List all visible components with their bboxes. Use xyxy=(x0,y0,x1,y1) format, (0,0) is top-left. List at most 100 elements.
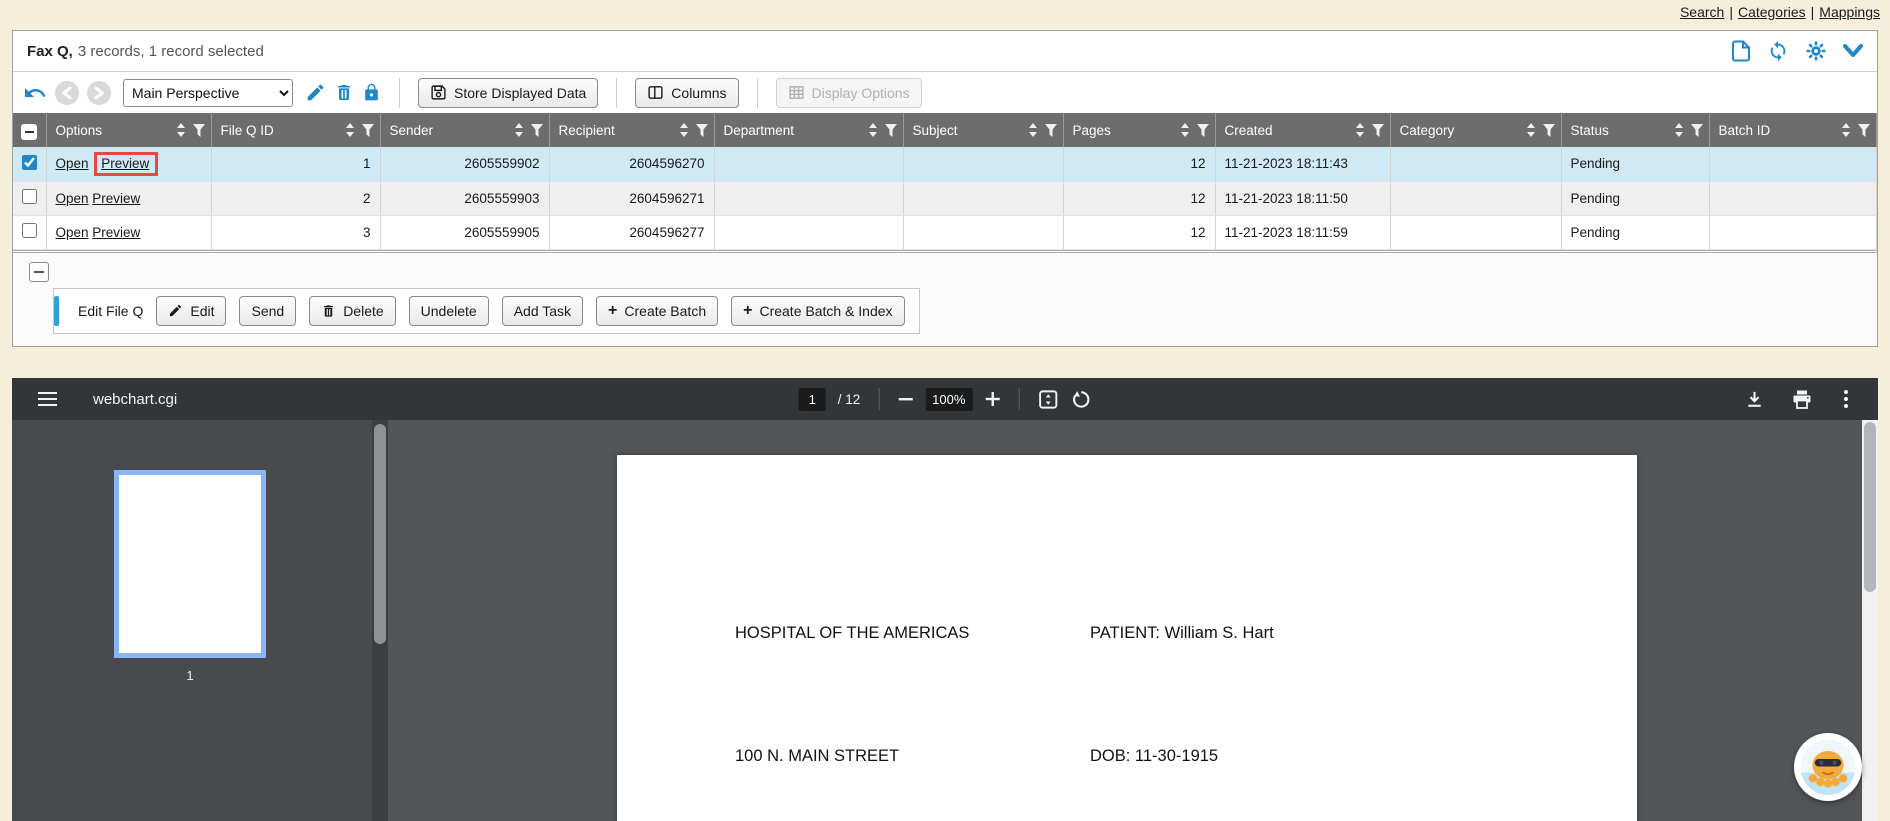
preview-link[interactable]: Preview xyxy=(101,156,149,171)
delete-perspective-trash-icon[interactable] xyxy=(334,82,354,103)
column-header-category[interactable]: Category xyxy=(1390,113,1561,147)
preview-link[interactable]: Preview xyxy=(92,225,140,240)
column-header-status[interactable]: Status xyxy=(1561,113,1709,147)
sort-icon[interactable] xyxy=(345,123,355,137)
lock-perspective-icon[interactable] xyxy=(362,82,381,103)
column-header-created[interactable]: Created xyxy=(1215,113,1390,147)
store-displayed-data-button[interactable]: Store Displayed Data xyxy=(418,78,598,108)
column-label: Pages xyxy=(1073,123,1173,138)
page-number-input[interactable] xyxy=(799,388,826,411)
open-link[interactable]: Open xyxy=(56,156,89,171)
perspective-select[interactable]: Main Perspective xyxy=(123,79,293,107)
table-row[interactable]: Open Preview 3 2605559905 2604596277 12 … xyxy=(13,215,1877,249)
open-link[interactable]: Open xyxy=(56,225,89,240)
pdf-scrollbar[interactable] xyxy=(1862,420,1878,821)
sort-icon[interactable] xyxy=(1028,123,1038,137)
filter-icon[interactable] xyxy=(1543,124,1555,137)
table-row[interactable]: Open Preview 1 2605559902 2604596270 12 … xyxy=(13,147,1877,181)
pdf-scrollbar-thumb[interactable] xyxy=(1864,422,1876,592)
cell-recipient: 2604596270 xyxy=(549,147,714,181)
edit-perspective-pencil-icon[interactable] xyxy=(305,82,326,103)
fit-to-page-icon[interactable] xyxy=(1037,389,1058,410)
filter-icon[interactable] xyxy=(362,124,374,137)
sort-icon[interactable] xyxy=(1355,123,1365,137)
filter-icon[interactable] xyxy=(1691,124,1703,137)
add-task-button[interactable]: Add Task xyxy=(502,296,583,326)
nav-link-search[interactable]: Search xyxy=(1680,4,1724,20)
send-button[interactable]: Send xyxy=(239,296,296,326)
filter-icon[interactable] xyxy=(1858,124,1870,137)
display-options-button[interactable]: Display Options xyxy=(776,78,922,108)
column-header-sender[interactable]: Sender xyxy=(380,113,549,147)
trash-icon xyxy=(321,303,336,319)
column-header-pages[interactable]: Pages xyxy=(1063,113,1215,147)
sort-icon[interactable] xyxy=(1180,123,1190,137)
preview-link[interactable]: Preview xyxy=(92,191,140,206)
mascot-widget-button[interactable] xyxy=(1794,733,1862,801)
create-batch-index-button[interactable]: +Create Batch & Index xyxy=(731,296,904,326)
save-icon xyxy=(430,84,447,101)
cell-sender: 2605559902 xyxy=(380,147,549,181)
filter-icon[interactable] xyxy=(531,124,543,137)
page-thumbnail[interactable] xyxy=(114,470,266,658)
column-header-batch-id[interactable]: Batch ID xyxy=(1709,113,1877,147)
cell-status: Pending xyxy=(1561,215,1709,249)
collapse-actions-button[interactable] xyxy=(29,262,49,282)
zoom-in-icon[interactable] xyxy=(984,391,1000,407)
delete-button[interactable]: Delete xyxy=(309,296,395,326)
sort-icon[interactable] xyxy=(868,123,878,137)
zoom-level-label[interactable]: 100% xyxy=(925,388,972,411)
column-header-subject[interactable]: Subject xyxy=(903,113,1063,147)
sort-icon[interactable] xyxy=(514,123,524,137)
history-back-button[interactable] xyxy=(55,81,79,105)
pdf-toolbar-right xyxy=(1745,390,1852,409)
refresh-icon[interactable] xyxy=(1767,40,1789,62)
filter-icon[interactable] xyxy=(1045,124,1057,137)
cell-status: Pending xyxy=(1561,181,1709,215)
undo-icon[interactable] xyxy=(23,81,47,105)
row-checkbox[interactable] xyxy=(22,189,37,204)
pdf-menu-icon[interactable] xyxy=(38,392,57,406)
sidebar-scrollbar-thumb[interactable] xyxy=(374,424,386,644)
create-batch-button[interactable]: +Create Batch xyxy=(596,296,718,326)
sort-icon[interactable] xyxy=(1674,123,1684,137)
filter-icon[interactable] xyxy=(193,124,205,137)
new-document-icon[interactable] xyxy=(1731,40,1751,62)
print-icon[interactable] xyxy=(1792,390,1812,409)
sidebar-scrollbar[interactable] xyxy=(372,420,388,821)
octopus-mascot-icon xyxy=(1794,733,1862,801)
cell-status: Pending xyxy=(1561,147,1709,181)
history-forward-button[interactable] xyxy=(87,81,111,105)
select-all-checkbox[interactable] xyxy=(21,124,37,140)
cell-file-q-id: 3 xyxy=(211,215,380,249)
download-icon[interactable] xyxy=(1745,390,1764,409)
open-link[interactable]: Open xyxy=(56,191,89,206)
columns-button[interactable]: Columns xyxy=(635,78,738,108)
nav-link-categories[interactable]: Categories xyxy=(1738,4,1806,20)
column-header-options[interactable]: Options xyxy=(46,113,211,147)
collapse-panel-chevron-icon[interactable] xyxy=(1843,44,1863,58)
row-checkbox[interactable] xyxy=(22,223,37,238)
column-header-file-q-id[interactable]: File Q ID xyxy=(211,113,380,147)
column-header-department[interactable]: Department xyxy=(714,113,903,147)
sort-icon[interactable] xyxy=(176,123,186,137)
sort-icon[interactable] xyxy=(1841,123,1851,137)
table-row[interactable]: Open Preview 2 2605559903 2604596271 12 … xyxy=(13,181,1877,215)
nav-link-mappings[interactable]: Mappings xyxy=(1819,4,1880,20)
sort-icon[interactable] xyxy=(679,123,689,137)
rotate-icon[interactable] xyxy=(1070,389,1091,410)
filter-icon[interactable] xyxy=(1372,124,1384,137)
gear-icon[interactable] xyxy=(1805,40,1827,62)
filter-icon[interactable] xyxy=(885,124,897,137)
thumbnail-page-number: 1 xyxy=(114,668,266,683)
edit-button[interactable]: Edit xyxy=(156,296,226,326)
filter-icon[interactable] xyxy=(1197,124,1209,137)
filter-icon[interactable] xyxy=(696,124,708,137)
column-header-recipient[interactable]: Recipient xyxy=(549,113,714,147)
zoom-out-icon[interactable] xyxy=(897,391,913,407)
row-checkbox[interactable] xyxy=(22,155,37,170)
sort-icon[interactable] xyxy=(1526,123,1536,137)
more-options-icon[interactable] xyxy=(1840,390,1852,408)
undelete-button[interactable]: Undelete xyxy=(409,296,489,326)
cell-subject xyxy=(903,215,1063,249)
